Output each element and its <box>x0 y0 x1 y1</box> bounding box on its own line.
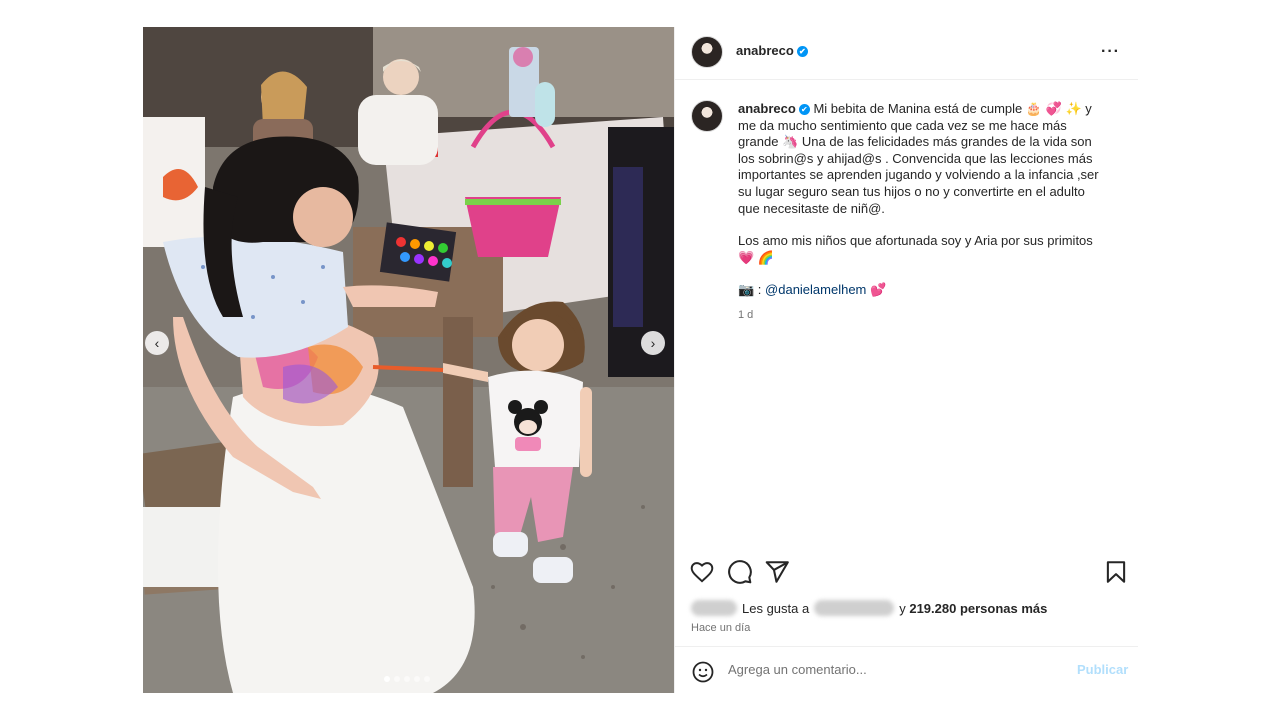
caption-paragraph-2: Los amo mis niños que afortunada soy y A… <box>738 233 1093 265</box>
carousel-prev-button[interactable]: ‹ <box>145 331 169 355</box>
chevron-left-icon: ‹ <box>154 335 160 351</box>
camera-icon: 📷 : <box>738 282 766 298</box>
likes-summary: Les gusta a y 219.280 personas más <box>691 598 1047 618</box>
liker-avatars[interactable] <box>691 600 737 616</box>
header-username-text[interactable]: anabreco <box>736 43 794 58</box>
likes-prefix: Les gusta a <box>742 600 810 616</box>
photo-illustration <box>143 27 674 693</box>
caption-paragraph-1: anabreco ✔ Mi bebita de Manina está de cu… <box>738 101 1108 217</box>
header-username[interactable]: anabreco ✔ <box>736 43 808 58</box>
more-options-icon[interactable]: ··· <box>1101 43 1120 61</box>
post-timestamp[interactable]: Hace un día <box>691 622 750 634</box>
carousel-next-button[interactable]: › <box>641 331 665 355</box>
chevron-right-icon: › <box>650 335 656 351</box>
caption-timestamp[interactable]: 1 d <box>738 309 753 321</box>
comment-icon[interactable] <box>727 559 753 585</box>
post-photo[interactable] <box>143 27 674 693</box>
avatar[interactable] <box>691 36 723 68</box>
carousel-indicator <box>384 676 430 682</box>
liker-username[interactable] <box>814 600 895 616</box>
likes-middle: y <box>899 600 906 616</box>
comment-input[interactable]: Agrega un comentario... <box>728 662 867 677</box>
post-side-panel: anabreco ✔ ··· anabreco ✔ Mi bebita de Man… <box>674 27 1138 693</box>
credit-mention-link[interactable]: @danielamelhem <box>765 282 866 297</box>
action-bar <box>689 559 1129 587</box>
carousel-dot <box>404 676 410 682</box>
carousel-dot <box>384 676 390 682</box>
comment-bar: Agrega un comentario... Publicar <box>675 646 1138 694</box>
post-header: anabreco ✔ ··· <box>675 27 1138 80</box>
verified-badge-icon: ✔ <box>796 46 808 58</box>
likes-count[interactable]: 219.280 personas más <box>909 601 1047 616</box>
share-send-icon[interactable] <box>764 559 790 585</box>
emoji-smiley-icon[interactable] <box>691 660 715 684</box>
carousel-dot <box>414 676 420 682</box>
caption-username[interactable]: anabreco <box>738 101 796 116</box>
like-heart-icon[interactable] <box>689 559 715 585</box>
caption-credit: 📷 : @danielamelhem 💕 <box>738 282 1108 299</box>
caption-avatar[interactable] <box>691 100 723 132</box>
credit-emoji: 💕 <box>866 282 887 298</box>
post-caption: anabreco ✔ Mi bebita de Manina está de cu… <box>738 101 1108 315</box>
verified-badge-icon: ✔ <box>798 104 810 116</box>
carousel-dot <box>394 676 400 682</box>
caption-text: Mi bebita de Manina está de cumple 🎂 💞 ✨… <box>738 101 1099 216</box>
publish-comment-button[interactable]: Publicar <box>1077 662 1128 677</box>
carousel-dot <box>424 676 430 682</box>
bookmark-save-icon[interactable] <box>1103 559 1129 585</box>
